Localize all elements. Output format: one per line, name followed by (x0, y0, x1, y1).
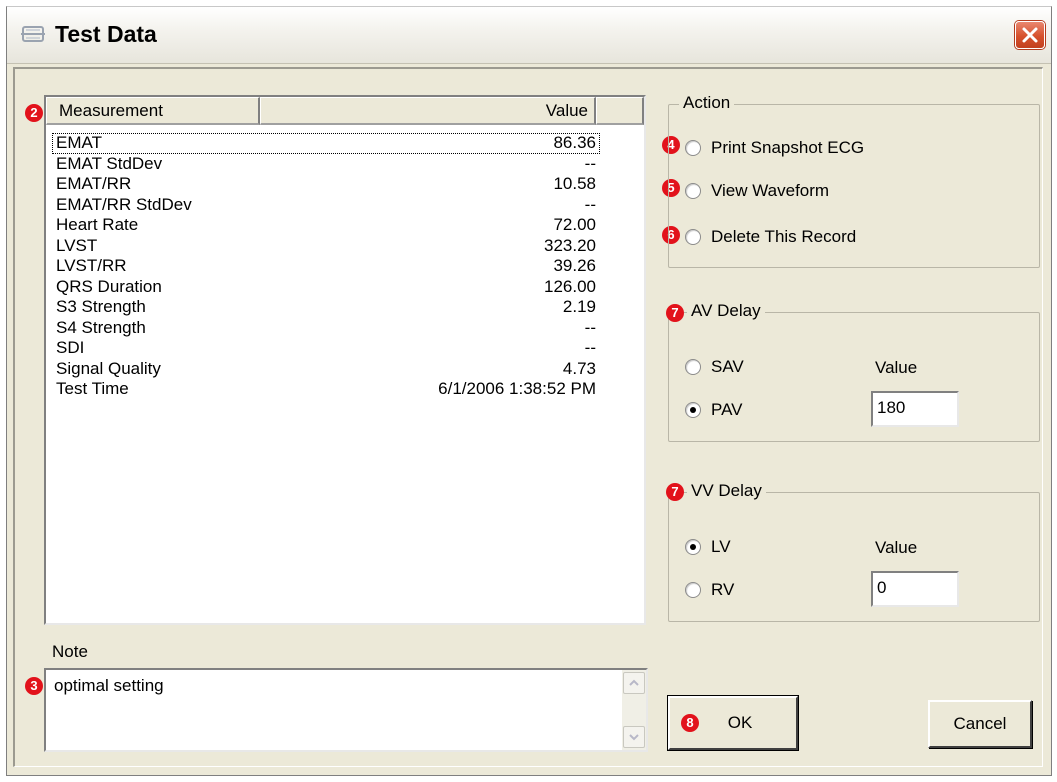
radio-button[interactable] (685, 140, 701, 156)
measurement-value: 4.73 (562, 358, 596, 378)
title-bar[interactable]: Test Data (7, 7, 1051, 64)
list-item[interactable]: QRS Duration 126.00 (52, 277, 600, 298)
measurement-value: 323.20 (544, 235, 596, 255)
chevron-up-icon (629, 679, 639, 686)
measurement-name: SDI (56, 338, 85, 357)
measurement-value: 86.36 (553, 133, 596, 152)
list-item[interactable]: EMAT 86.36 (52, 133, 600, 154)
radio-label: View Waveform (711, 181, 830, 200)
measurement-value: 10.58 (553, 174, 596, 193)
radio-button[interactable] (685, 539, 701, 555)
list-rows: EMAT 86.36 EMAT StdDev -- EMAT/RR 10.58 EMA… (52, 133, 600, 400)
callout-badge: 3 (25, 677, 43, 695)
list-item[interactable]: Test Time 6/1/2006 1:38:52 PM (52, 379, 600, 400)
callout-badge: 7 (666, 483, 684, 501)
callout-badge: 7 (666, 304, 684, 322)
callout-badge: 8 (681, 714, 699, 732)
vv-delay-group-label: VV Delay (687, 481, 766, 501)
action-group: Action Print Snapshot ECG View Waveform … (668, 93, 1040, 268)
chevron-down-icon (629, 734, 639, 741)
note-scrollbar[interactable] (622, 670, 646, 750)
av-value-label: Value (875, 358, 918, 377)
measurement-name: EMAT (56, 133, 102, 152)
measurement-value: 72.00 (553, 215, 596, 234)
measurement-name: EMAT StdDev (56, 153, 163, 173)
column-header-empty[interactable] (596, 97, 644, 125)
measurement-name: LVST/RR (56, 256, 127, 275)
action-group-label: Action (679, 93, 735, 113)
radio-label: RV (711, 580, 735, 599)
scroll-up-button[interactable] (623, 672, 645, 694)
app-icon (21, 23, 45, 45)
column-header-measurement[interactable]: Measurement (46, 97, 260, 125)
radio-button[interactable] (685, 582, 701, 598)
measurement-value: -- (584, 153, 596, 173)
list-item[interactable]: LVST 323.20 (52, 236, 600, 257)
list-item[interactable]: S3 Strength 2.19 (52, 297, 600, 318)
radio-button[interactable] (685, 183, 701, 199)
list-item[interactable]: Signal Quality 4.73 (52, 359, 600, 380)
list-item[interactable]: Heart Rate 72.00 (52, 215, 600, 236)
note-label: Note (52, 642, 88, 661)
radio-button[interactable] (685, 402, 701, 418)
ok-button-label: OK (727, 713, 753, 732)
measurement-name: Signal Quality (56, 358, 161, 378)
measurement-value: 126.00 (544, 276, 596, 296)
measurement-value: 2.19 (562, 297, 596, 316)
measurement-name: QRS Duration (56, 276, 162, 296)
measurement-list[interactable]: Measurement Value EMAT 86.36 EMAT StdDev -… (44, 95, 646, 625)
list-item[interactable]: S4 Strength -- (52, 318, 600, 339)
vv-delay-group: VV Delay LV RV Value 0 (668, 481, 1040, 622)
note-field[interactable]: optimal setting (44, 668, 648, 752)
cancel-button[interactable]: Cancel (928, 700, 1032, 748)
list-header: Measurement Value (46, 97, 644, 125)
measurement-name: EMAT/RR (56, 174, 132, 193)
list-item[interactable]: SDI -- (52, 338, 600, 359)
measurement-value: -- (584, 317, 596, 337)
measurement-name: S4 Strength (56, 317, 146, 337)
measurement-value: 39.26 (553, 256, 596, 275)
window-title: Test Data (55, 21, 157, 47)
measurement-value: 6/1/2006 1:38:52 PM (438, 379, 596, 398)
measurement-name: LVST (56, 235, 98, 255)
list-item[interactable]: EMAT/RR StdDev -- (52, 195, 600, 216)
vv-value-label: Value (875, 538, 918, 557)
radio-label: SAV (711, 357, 744, 376)
av-delay-group: AV Delay SAV PAV Value 180 (668, 301, 1040, 442)
av-delay-group-label: AV Delay (687, 301, 765, 321)
radio-button[interactable] (685, 359, 701, 375)
scroll-down-button[interactable] (623, 726, 645, 748)
column-header-value[interactable]: Value (260, 97, 596, 125)
measurement-name: Test Time (56, 379, 129, 398)
list-item[interactable]: EMAT/RR 10.58 (52, 174, 600, 195)
callout-badge: 2 (25, 104, 43, 122)
vv-delay-value-input[interactable]: 0 (871, 571, 959, 607)
radio-label: Delete This Record (711, 227, 857, 246)
list-item[interactable]: EMAT StdDev -- (52, 154, 600, 175)
note-text: optimal setting (54, 676, 164, 695)
radio-label: LV (711, 537, 731, 556)
measurement-value: -- (584, 194, 596, 214)
radio-label: PAV (711, 400, 743, 419)
radio-label: Print Snapshot ECG (711, 138, 865, 157)
measurement-value: -- (584, 338, 596, 357)
close-icon (1022, 27, 1038, 43)
measurement-name: Heart Rate (56, 215, 139, 234)
measurement-name: EMAT/RR StdDev (56, 194, 192, 214)
list-item[interactable]: LVST/RR 39.26 (52, 256, 600, 277)
av-delay-value-input[interactable]: 180 (871, 391, 959, 427)
close-button[interactable] (1015, 21, 1045, 49)
measurement-name: S3 Strength (56, 297, 146, 316)
radio-button[interactable] (685, 229, 701, 245)
